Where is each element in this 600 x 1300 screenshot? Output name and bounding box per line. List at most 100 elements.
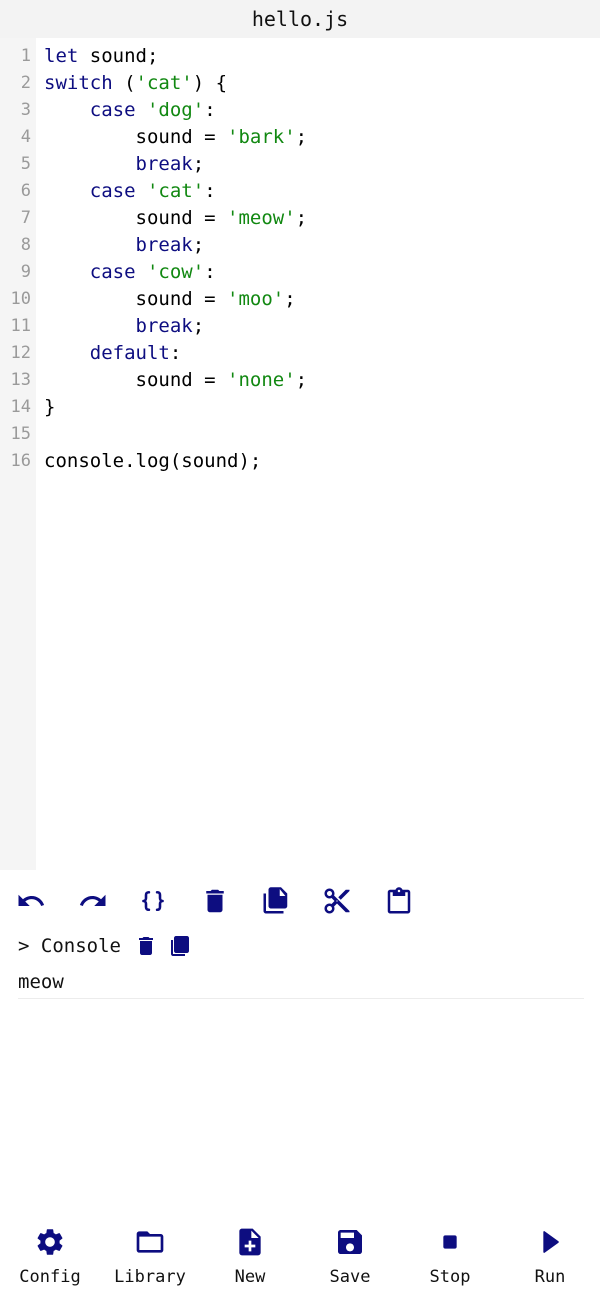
- code-text: default:: [44, 340, 182, 367]
- line-number: 3: [20, 100, 31, 120]
- string-token: 'cat': [146, 180, 205, 202]
- code-token: sound =: [44, 288, 228, 310]
- string-token: 'meow': [227, 207, 296, 229]
- code-token: ;: [192, 153, 205, 175]
- code-token: ;: [284, 288, 296, 310]
- string-token: 'none': [227, 369, 296, 391]
- code-text: }: [44, 394, 55, 421]
- code-text: case 'cat':: [44, 178, 216, 205]
- code-line: 12 default:: [0, 340, 600, 367]
- code-text: case 'cow':: [44, 259, 216, 286]
- code-token: :: [204, 261, 216, 283]
- code-text: sound = 'bark';: [44, 124, 308, 151]
- line-number: 2: [20, 73, 31, 93]
- string-token: 'moo': [227, 288, 285, 310]
- run-button[interactable]: Run: [500, 1220, 600, 1300]
- console-output: meow: [18, 968, 584, 999]
- code-token: ;: [295, 369, 308, 391]
- string-token: 'cat': [135, 72, 193, 94]
- copy-icon: [263, 887, 288, 914]
- bottom-navigation: Config Library New Save Stop Run: [0, 1220, 600, 1300]
- code-editor[interactable]: 1 let sound; 2 switch ('cat') {3 case 'dog'…: [0, 38, 600, 870]
- config-label: Config: [19, 1267, 81, 1287]
- line-number: 4: [20, 127, 31, 147]
- stop-button[interactable]: Stop: [400, 1220, 500, 1300]
- redo-button[interactable]: [75, 883, 111, 919]
- redo-icon: [79, 894, 106, 906]
- copy-console-button[interactable]: [168, 934, 192, 958]
- code-line: 11 break;: [0, 313, 600, 340]
- folder-icon: [136, 1231, 164, 1253]
- undo-button[interactable]: [13, 883, 49, 919]
- save-button[interactable]: Save: [300, 1220, 400, 1300]
- code-line: 3 case 'dog':: [0, 97, 600, 124]
- code-text: break;: [44, 232, 205, 259]
- editor-toolbar: [0, 880, 600, 924]
- play-icon: [543, 1231, 559, 1253]
- line-number: 1: [20, 46, 31, 66]
- code-text: case 'dog':: [44, 97, 216, 124]
- delete-code-button[interactable]: [197, 883, 233, 919]
- code-token: ;: [295, 207, 308, 229]
- file-title: hello.js: [0, 0, 600, 38]
- line-number: 6: [20, 181, 31, 201]
- code-line: 9 case 'cow':: [0, 259, 600, 286]
- keyword-token: let: [44, 45, 79, 67]
- code-line: 6 case 'cat':: [0, 178, 600, 205]
- code-text: let sound;: [44, 43, 158, 70]
- code-line: 7 sound = 'meow';: [0, 205, 600, 232]
- code-text: sound = 'moo';: [44, 286, 296, 313]
- paste-code-button[interactable]: [381, 883, 417, 919]
- stop-icon: [443, 1235, 457, 1249]
- code-token: ;: [192, 315, 205, 337]
- code-token: (: [112, 72, 136, 94]
- library-button[interactable]: Library: [100, 1220, 200, 1300]
- undo-icon: [18, 894, 45, 906]
- keyword-token: case: [89, 180, 136, 202]
- code-line: 8 break;: [0, 232, 600, 259]
- copy-code-button[interactable]: [258, 883, 294, 919]
- cut-icon: [324, 888, 350, 914]
- code-token: sound;: [78, 45, 159, 67]
- line-number: 7: [20, 208, 31, 228]
- code-line: 13 sound = 'none';: [0, 367, 600, 394]
- clear-console-button[interactable]: [134, 934, 158, 958]
- code-token: ) {: [192, 72, 228, 94]
- format-braces-icon: [142, 890, 164, 912]
- format-code-button[interactable]: [135, 883, 171, 919]
- code-token: }: [44, 396, 56, 418]
- keyword-token: switch: [44, 72, 113, 94]
- console-label: > Console: [18, 935, 121, 957]
- code-text: console.log(sound);: [44, 448, 261, 475]
- new-file-button[interactable]: New: [200, 1220, 300, 1300]
- code-text: sound = 'meow';: [44, 205, 308, 232]
- string-token: 'dog': [146, 99, 205, 121]
- cut-code-button[interactable]: [319, 883, 355, 919]
- code-line: 1 let sound;: [0, 43, 600, 70]
- config-button[interactable]: Config: [0, 1220, 100, 1300]
- code-token: sound =: [44, 369, 228, 391]
- delete-icon: [206, 889, 224, 913]
- code-text: break;: [44, 313, 205, 340]
- code-text: sound = 'none';: [44, 367, 308, 394]
- line-number: 9: [20, 262, 31, 282]
- new-file-icon: [239, 1228, 261, 1256]
- run-label: Run: [534, 1267, 566, 1287]
- stop-label: Stop: [429, 1267, 471, 1287]
- keyword-token: case: [89, 99, 136, 121]
- keyword-token: default: [89, 342, 170, 364]
- keyword-token: break: [135, 153, 193, 175]
- save-label: Save: [329, 1267, 371, 1287]
- code-line: 2 switch ('cat') {: [0, 70, 600, 97]
- code-token: sound =: [44, 126, 228, 148]
- code-token: :: [169, 342, 182, 364]
- code-token: console.log(sound);: [44, 450, 262, 472]
- library-label: Library: [114, 1267, 186, 1287]
- line-number: 5: [20, 154, 31, 174]
